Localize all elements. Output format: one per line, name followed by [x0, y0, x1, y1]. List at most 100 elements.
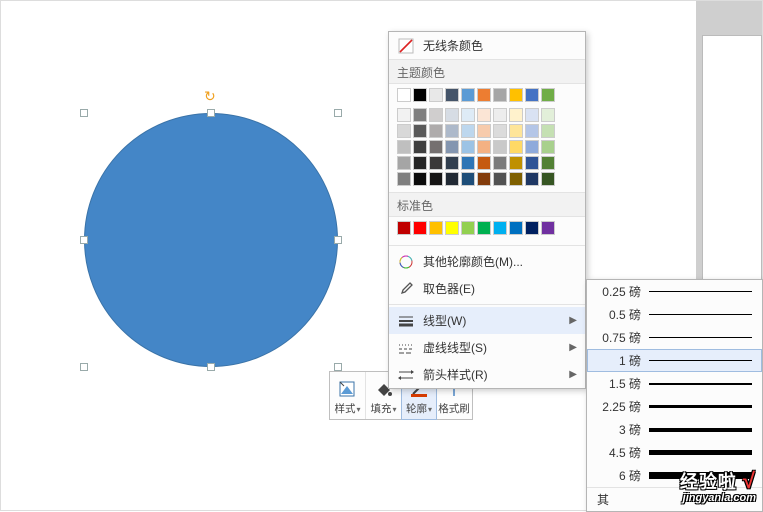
resize-handle-tm[interactable]: [207, 109, 215, 117]
color-swatch[interactable]: [477, 140, 491, 154]
color-swatch[interactable]: [429, 124, 443, 138]
color-swatch[interactable]: [541, 156, 555, 170]
color-swatch[interactable]: [509, 140, 523, 154]
color-swatch[interactable]: [541, 221, 555, 235]
color-swatch[interactable]: [429, 140, 443, 154]
color-swatch[interactable]: [477, 221, 491, 235]
line-weight-option[interactable]: 1.5 磅: [587, 372, 762, 395]
resize-handle-tr[interactable]: [334, 109, 342, 117]
color-swatch[interactable]: [461, 172, 475, 186]
color-swatch[interactable]: [509, 124, 523, 138]
color-swatch[interactable]: [477, 156, 491, 170]
color-swatch[interactable]: [541, 124, 555, 138]
color-swatch[interactable]: [445, 140, 459, 154]
color-swatch[interactable]: [525, 172, 539, 186]
color-swatch[interactable]: [525, 221, 539, 235]
color-swatch[interactable]: [413, 221, 427, 235]
color-swatch[interactable]: [509, 221, 523, 235]
color-swatch[interactable]: [413, 140, 427, 154]
color-swatch[interactable]: [429, 156, 443, 170]
color-swatch[interactable]: [413, 156, 427, 170]
resize-handle-br[interactable]: [334, 363, 342, 371]
style-button[interactable]: 样式▾: [330, 372, 366, 419]
resize-handle-mr[interactable]: [334, 236, 342, 244]
color-swatch[interactable]: [429, 88, 443, 102]
color-swatch[interactable]: [493, 156, 507, 170]
color-swatch[interactable]: [461, 124, 475, 138]
color-swatch[interactable]: [477, 124, 491, 138]
color-swatch[interactable]: [397, 172, 411, 186]
line-weight-option[interactable]: 0.25 磅: [587, 280, 762, 303]
color-swatch[interactable]: [525, 108, 539, 122]
color-swatch[interactable]: [509, 88, 523, 102]
color-swatch[interactable]: [413, 88, 427, 102]
color-swatch[interactable]: [445, 172, 459, 186]
shape-selection[interactable]: ↻: [84, 113, 338, 367]
color-swatch[interactable]: [445, 88, 459, 102]
color-swatch[interactable]: [445, 124, 459, 138]
color-swatch[interactable]: [429, 221, 443, 235]
color-swatch[interactable]: [493, 221, 507, 235]
color-swatch[interactable]: [525, 140, 539, 154]
color-swatch[interactable]: [397, 124, 411, 138]
color-swatch[interactable]: [445, 108, 459, 122]
color-swatch[interactable]: [525, 124, 539, 138]
color-swatch[interactable]: [461, 140, 475, 154]
line-weight-option[interactable]: 0.75 磅: [587, 326, 762, 349]
arrow-style-item[interactable]: 箭头样式(R) ▶: [389, 361, 585, 388]
color-swatch[interactable]: [397, 221, 411, 235]
color-swatch[interactable]: [541, 88, 555, 102]
color-swatch[interactable]: [525, 156, 539, 170]
weight-label: 1 磅: [593, 352, 649, 369]
more-outline-colors-item[interactable]: 其他轮廓颜色(M)...: [389, 248, 585, 275]
line-weight-option[interactable]: 1 磅: [587, 349, 762, 372]
color-swatch[interactable]: [397, 156, 411, 170]
weight-preview: [649, 360, 752, 362]
color-swatch[interactable]: [413, 172, 427, 186]
color-swatch[interactable]: [525, 88, 539, 102]
color-swatch[interactable]: [461, 221, 475, 235]
dash-style-item[interactable]: 虚线线型(S) ▶: [389, 334, 585, 361]
resize-handle-ml[interactable]: [80, 236, 88, 244]
color-swatch[interactable]: [541, 108, 555, 122]
color-swatch[interactable]: [541, 140, 555, 154]
color-swatch[interactable]: [493, 140, 507, 154]
resize-handle-bl[interactable]: [80, 363, 88, 371]
color-swatch[interactable]: [397, 88, 411, 102]
color-swatch[interactable]: [397, 108, 411, 122]
color-swatch[interactable]: [509, 108, 523, 122]
color-swatch[interactable]: [461, 156, 475, 170]
color-swatch[interactable]: [493, 172, 507, 186]
line-weight-option[interactable]: 3 磅: [587, 418, 762, 441]
weight-preview: [649, 291, 752, 292]
color-swatch[interactable]: [413, 124, 427, 138]
color-swatch[interactable]: [509, 172, 523, 186]
eyedropper-item[interactable]: 取色器(E): [389, 275, 585, 302]
color-swatch[interactable]: [461, 88, 475, 102]
color-swatch[interactable]: [397, 140, 411, 154]
color-swatch[interactable]: [429, 108, 443, 122]
rotate-handle[interactable]: ↻: [204, 89, 218, 103]
resize-handle-tl[interactable]: [80, 109, 88, 117]
color-swatch[interactable]: [509, 156, 523, 170]
color-swatch[interactable]: [477, 108, 491, 122]
color-swatch[interactable]: [477, 172, 491, 186]
color-swatch[interactable]: [493, 88, 507, 102]
line-weight-option[interactable]: 2.25 磅: [587, 395, 762, 418]
color-swatch[interactable]: [477, 88, 491, 102]
color-swatch[interactable]: [413, 108, 427, 122]
resize-handle-bm[interactable]: [207, 363, 215, 371]
line-weight-option[interactable]: 4.5 磅: [587, 441, 762, 464]
shape-circle[interactable]: [84, 113, 338, 367]
line-style-item[interactable]: 线型(W) ▶: [389, 307, 585, 334]
no-line-color-item[interactable]: 无线条颜色: [389, 32, 585, 59]
color-swatch[interactable]: [541, 172, 555, 186]
color-swatch[interactable]: [493, 124, 507, 138]
color-swatch[interactable]: [445, 221, 459, 235]
weight-preview: [649, 314, 752, 315]
line-weight-option[interactable]: 0.5 磅: [587, 303, 762, 326]
color-swatch[interactable]: [493, 108, 507, 122]
color-swatch[interactable]: [445, 156, 459, 170]
color-swatch[interactable]: [429, 172, 443, 186]
color-swatch[interactable]: [461, 108, 475, 122]
